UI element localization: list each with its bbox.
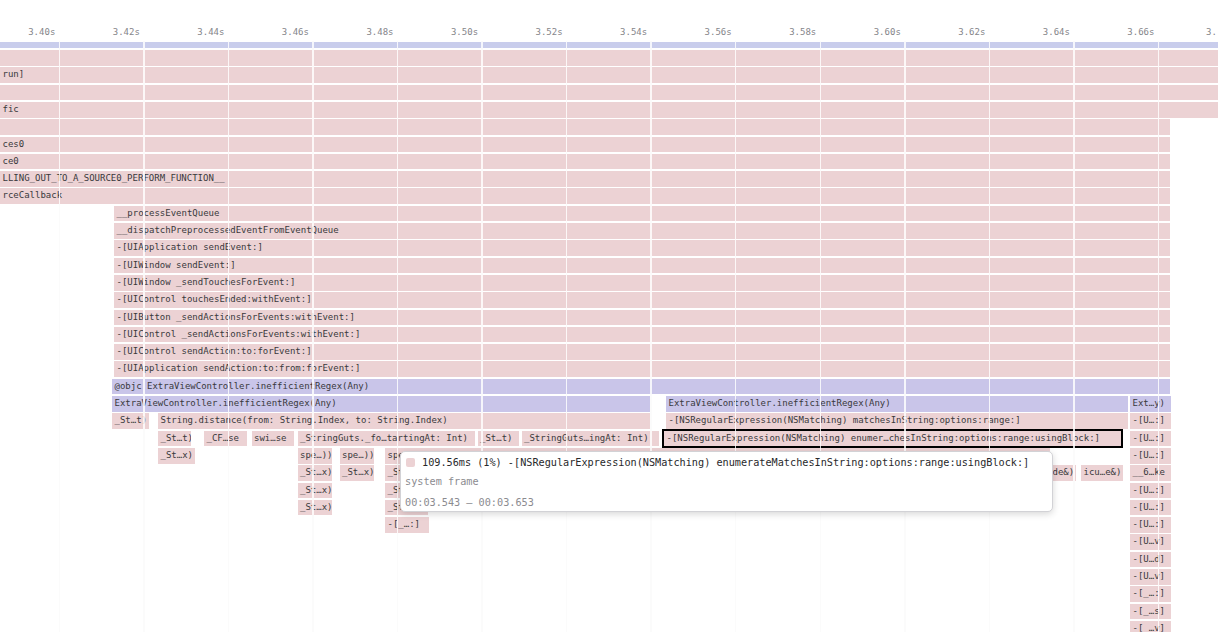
frame[interactable]: -[U…:] — [1130, 448, 1171, 464]
frame[interactable]: @objc ExtraViewController.inefficientReg… — [112, 379, 1170, 395]
frame[interactable]: -[UIApplication sendAction:to:from:forEv… — [114, 361, 1170, 377]
frame[interactable]: __dispatchPreprocessedEventFromEventQueu… — [114, 223, 1170, 239]
frame[interactable] — [0, 119, 1170, 135]
frame[interactable]: -[UIWindow sendEvent:] — [114, 258, 1170, 274]
frame[interactable]: _CF…se — [204, 431, 247, 447]
frame[interactable]: swi…se — [252, 431, 294, 447]
flame-rows: run] fic ces0ce0LLING_OUT_TO_A_SOURCE0_PER… — [0, 0, 1218, 632]
frame[interactable] — [0, 85, 1218, 101]
frame[interactable]: ExtraViewController.inefficientRegex(Any… — [666, 396, 1128, 412]
tooltip-time-range: 00:03.543 — 00:03.653 — [405, 497, 534, 508]
frame[interactable]: _St…x) — [298, 500, 333, 516]
frame[interactable]: -[UIButton _sendActionsForEvents:withEve… — [114, 310, 1170, 326]
frame[interactable]: -[U…:] — [1130, 500, 1171, 516]
frame[interactable]: -[_…s] — [1130, 604, 1171, 620]
frame[interactable]: String.distance(from: String.Index, to: … — [158, 413, 650, 429]
frame[interactable]: spe…)) — [298, 448, 333, 464]
tooltip-subtitle: system frame — [405, 476, 479, 487]
frame[interactable]: _St…x) — [298, 483, 333, 499]
tooltip-title: 109.56ms (1%) -[NSRegularExpression(NSMa… — [422, 457, 1029, 468]
frame[interactable]: -[U…:] — [1130, 431, 1171, 447]
frame[interactable]: -[U…v] — [1130, 534, 1171, 550]
frame[interactable]: _St…t) — [112, 413, 149, 429]
frame[interactable]: _StringGuts…ingAt: Int) — [522, 431, 660, 447]
frame[interactable]: -[_…v] — [1130, 621, 1171, 632]
frame[interactable]: ces0 — [0, 137, 1170, 153]
frame[interactable]: -[_…:] — [385, 517, 429, 533]
frame-tooltip: 109.56ms (1%) -[NSRegularExpression(NSMa… — [400, 451, 1053, 512]
frame[interactable]: ce0 — [0, 154, 1170, 170]
frame[interactable]: _St…x) — [298, 465, 333, 481]
frame[interactable]: _St…x) — [340, 465, 375, 481]
frame[interactable]: -[NSRegularExpression(NSMatching) matche… — [666, 413, 1128, 429]
frame[interactable]: -[U…:] — [1130, 483, 1171, 499]
frame[interactable]: -[U…v] — [1130, 569, 1171, 585]
frame[interactable]: __processEventQueue — [114, 206, 1170, 222]
frame[interactable]: rceCallback — [0, 188, 1170, 204]
frame[interactable]: -[_…:] — [1130, 586, 1171, 602]
frame[interactable]: _St…t) — [158, 431, 191, 447]
frame[interactable] — [0, 50, 1218, 66]
frame[interactable]: spe…)) — [340, 448, 375, 464]
frame[interactable]: de&) — [1050, 465, 1076, 481]
frame[interactable]: Ext…y) — [1130, 396, 1171, 412]
frame-color-swatch — [406, 458, 415, 467]
frame[interactable]: LLING_OUT_TO_A_SOURCE0_PERFORM_FUNCTION_… — [0, 171, 1170, 187]
frame[interactable]: -[UIWindow _sendTouchesForEvent:] — [114, 275, 1170, 291]
frame[interactable]: -[UIControl touchesEnded:withEvent:] — [114, 292, 1170, 308]
frame[interactable]: _St…t) — [478, 431, 519, 447]
frame[interactable]: __6…ke — [1130, 465, 1171, 481]
frame[interactable]: fic — [0, 102, 1218, 118]
frame[interactable]: icu…e&) — [1081, 465, 1123, 481]
frame[interactable]: -[U…d] — [1130, 552, 1171, 568]
tooltip-title-line: 109.56ms (1%) -[NSRegularExpression(NSMa… — [406, 454, 1029, 471]
frame[interactable]: run] — [0, 67, 1218, 83]
frame[interactable]: -[UIControl _sendActionsForEvents:withEv… — [114, 327, 1170, 343]
frame-highlighted[interactable]: -[NSRegularExpression(NSMatching) enumer… — [662, 429, 1123, 447]
frame[interactable]: -[UIApplication sendEvent:] — [114, 240, 1170, 256]
frame[interactable]: -[U…:] — [1130, 517, 1171, 533]
frame[interactable]: _StringGuts._fo…tartingAt: Int) — [298, 431, 475, 447]
frame[interactable]: -[UIControl sendAction:to:forEvent:] — [114, 344, 1170, 360]
flame-graph-view: 3.40s3.42s3.44s3.46s3.48s3.50s3.52s3.54s… — [0, 0, 1218, 632]
frame[interactable]: -[U…:] — [1130, 413, 1171, 429]
frame[interactable]: _St…x) — [158, 448, 195, 464]
frame[interactable]: ExtraViewController.inefficientRegex(Any… — [112, 396, 650, 412]
